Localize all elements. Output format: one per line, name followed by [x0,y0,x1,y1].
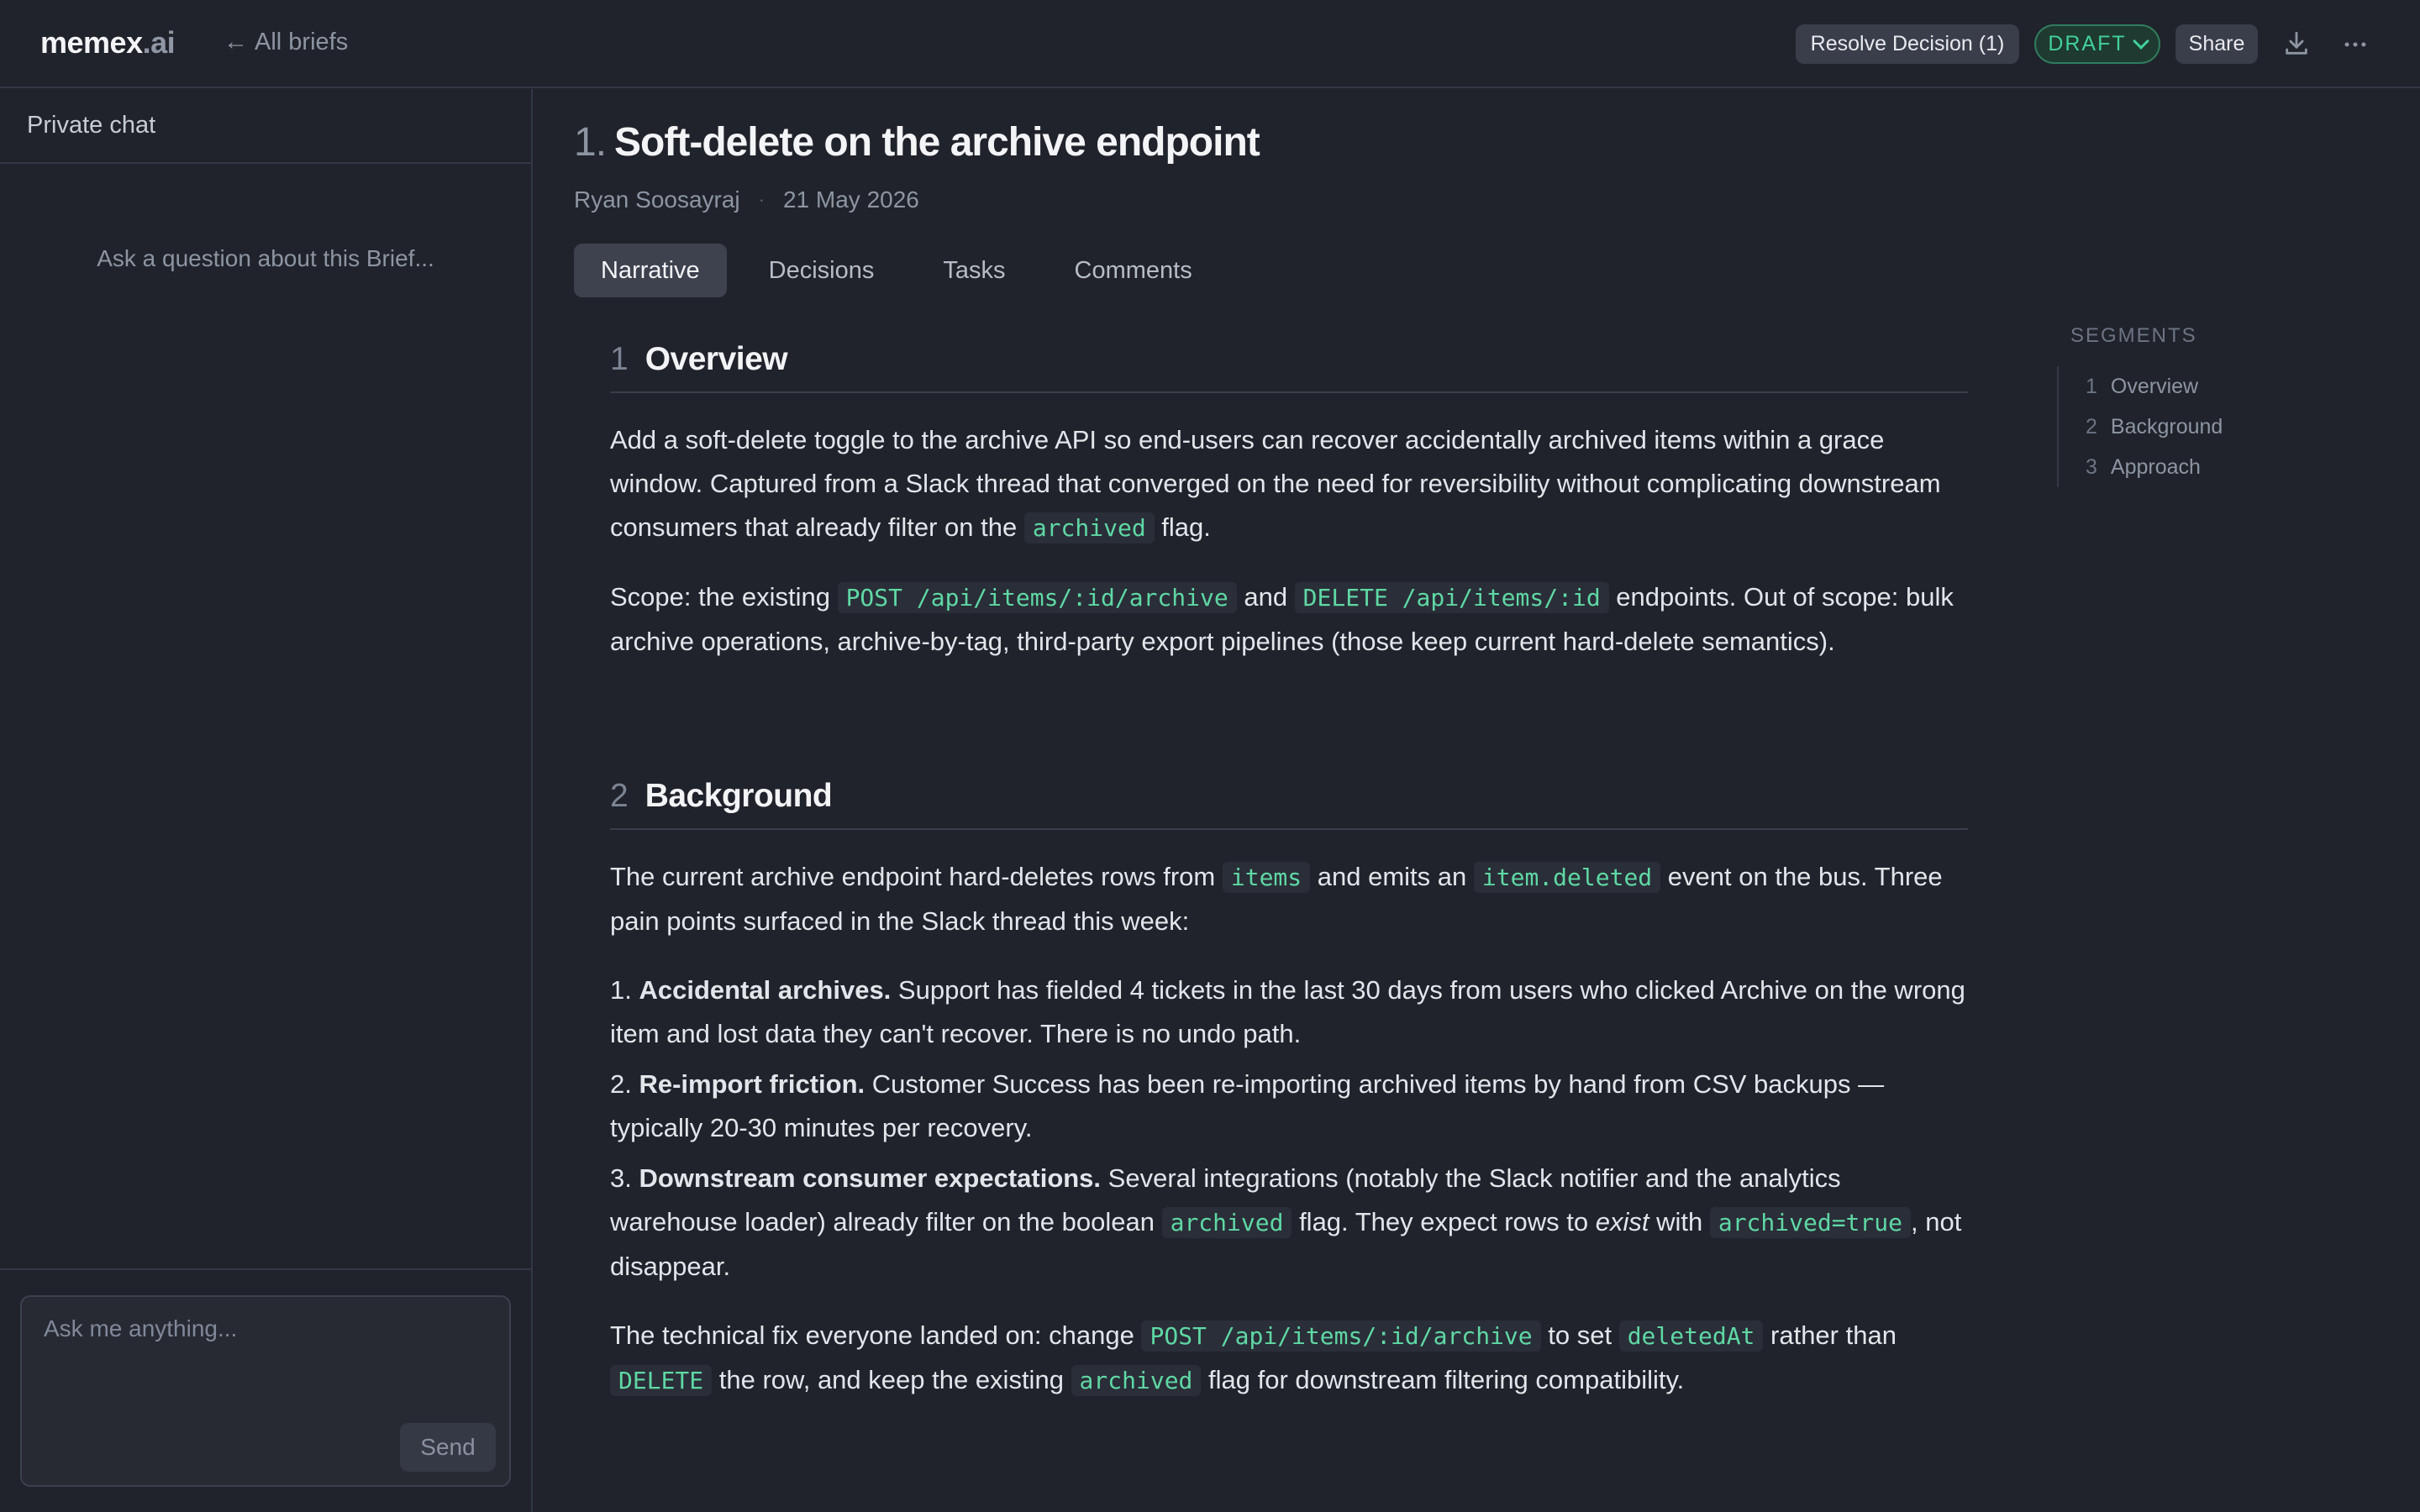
overview-paragraph-1: Add a soft-delete toggle to the archive … [610,425,1941,543]
inline-code: DELETE /api/items/:id [1294,582,1609,613]
logo-main: memex [40,25,143,60]
all-briefs-link[interactable]: ← All briefs [224,29,348,56]
segments-nav: SEGMENTS 1 Overview 2 Background 3 Approach [2057,324,2223,487]
narrative-body: 1 Overview Add a soft-delete toggle to t… [610,341,1968,1428]
tab-decisions[interactable]: Decisions [742,244,902,297]
status-label: DRAFT [2048,32,2127,55]
inline-code: archived [1161,1207,1292,1238]
doc-date: 21 May 2026 [782,186,919,213]
title-text: Soft-delete on the archive endpoint [614,120,1260,165]
logo-suffix: .ai [142,25,176,60]
section-title: Overview [644,341,788,377]
arrow-left-icon: ← [224,29,248,55]
inline-code: archived [1023,512,1155,543]
download-icon[interactable] [2282,29,2311,59]
section-title: Background [644,778,833,814]
segments-list: 1 Overview 2 Background 3 Approach [2057,366,2223,487]
send-button[interactable]: Send [400,1423,496,1472]
author-name: Ryan Soosayraj [574,186,740,213]
chat-input[interactable]: Ask me anything... Send [20,1295,511,1487]
inline-code: archived [1071,1365,1202,1396]
app-logo[interactable]: memex.ai [40,25,176,60]
list-item: 2. Re-import friction. Customer Success … [610,1069,1885,1142]
status-dropdown[interactable]: DRAFT [2034,24,2160,64]
section-number: 1 [610,341,629,377]
list-item: 1. Accidental archives. Support has fiel… [610,975,1965,1048]
inline-code: POST /api/items/:id/archive [837,582,1237,613]
segment-link-approach[interactable]: 3 Approach [2086,447,2223,487]
top-bar: memex.ai ← All briefs Resolve Decision (… [0,0,2420,88]
inline-code: items [1222,862,1311,893]
list-item: 3. Downstream consumer expectations. Sev… [610,1163,1962,1281]
title-number: 1. [574,120,607,165]
doc-tabs: Narrative Decisions Tasks Comments [574,244,1219,297]
inline-code: archived=true [1709,1207,1911,1238]
main-content: 1. Soft-delete on the archive endpoint Ry… [534,89,2420,1512]
chat-input-placeholder: Ask me anything... [44,1315,238,1341]
segments-title: SEGMENTS [2070,324,2197,347]
sidebar-title: Private chat [0,89,531,164]
doc-meta: Ryan Soosayraj · 21 May 2026 [574,186,919,213]
resolve-decision-button[interactable]: Resolve Decision (1) [1796,24,2019,64]
background-paragraph-2: The technical fix everyone landed on: ch… [610,1320,1897,1396]
chat-composer-area: Ask me anything... Send [0,1268,531,1512]
all-briefs-label: All briefs [255,29,349,55]
inline-code: POST /api/items/:id/archive [1141,1320,1541,1352]
page-title: 1. Soft-delete on the archive endpoint [574,119,1260,165]
inline-code: deletedAt [1618,1320,1764,1352]
overview-paragraph-2: Scope: the existing POST /api/items/:id/… [610,582,1954,656]
private-chat-sidebar: Private chat Ask a question about this B… [0,89,533,1512]
inline-code: item.deleted [1473,862,1661,893]
segment-link-overview[interactable]: 1 Overview [2086,366,2223,407]
inline-code: DELETE [610,1365,713,1396]
share-button[interactable]: Share [2175,24,2258,64]
section-heading-background: 2 Background [610,778,1968,830]
chat-empty-prompt: Ask a question about this Brief... [97,245,434,271]
tab-comments[interactable]: Comments [1048,244,1219,297]
tab-narrative[interactable]: Narrative [574,244,727,297]
meta-separator: · [758,189,765,210]
section-heading-overview: 1 Overview [610,341,1968,393]
chevron-down-icon [2132,32,2149,50]
more-horizontal-icon[interactable] [2341,30,2370,59]
tab-tasks[interactable]: Tasks [916,244,1032,297]
section-number: 2 [610,778,629,814]
background-paragraph-1: The current archive endpoint hard-delete… [610,862,1943,936]
segment-link-background[interactable]: 2 Background [2086,407,2223,447]
